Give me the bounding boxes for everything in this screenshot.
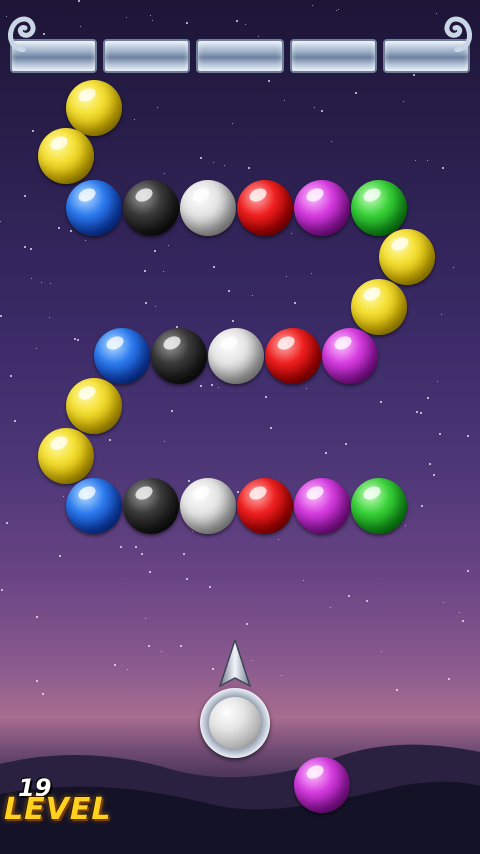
black-bubble <box>123 180 179 236</box>
ornament-right-icon <box>444 16 473 52</box>
loaded-bubble <box>209 697 261 749</box>
red-bubble <box>237 180 293 236</box>
purple-bubble <box>322 328 378 384</box>
level-indicator: 19 LEVEL <box>4 774 114 834</box>
ornament-left-icon <box>7 16 36 52</box>
yellow-bubble <box>66 378 122 434</box>
green-bubble <box>351 180 407 236</box>
white-bubble <box>180 180 236 236</box>
black-bubble <box>123 478 179 534</box>
next-bubble[interactable] <box>294 757 350 813</box>
ceiling-segment <box>289 39 377 73</box>
level-label: LEVEL <box>4 792 112 827</box>
red-bubble <box>265 328 321 384</box>
blue-bubble <box>66 180 122 236</box>
black-bubble <box>151 328 207 384</box>
yellow-bubble <box>38 128 94 184</box>
green-bubble <box>351 478 407 534</box>
yellow-bubble <box>66 80 122 136</box>
ceiling-bar <box>7 16 473 74</box>
white-bubble <box>180 478 236 534</box>
purple-bubble <box>294 478 350 534</box>
aim-arrow-icon <box>218 640 252 688</box>
bubble-shooter[interactable] <box>198 640 274 760</box>
blue-bubble <box>94 328 150 384</box>
ceiling-segment <box>103 39 191 73</box>
purple-bubble <box>294 180 350 236</box>
ceiling-segment <box>196 39 284 73</box>
white-bubble <box>208 328 264 384</box>
yellow-bubble <box>379 229 435 285</box>
yellow-bubble <box>38 428 94 484</box>
blue-bubble <box>66 478 122 534</box>
yellow-bubble <box>351 279 407 335</box>
red-bubble <box>237 478 293 534</box>
